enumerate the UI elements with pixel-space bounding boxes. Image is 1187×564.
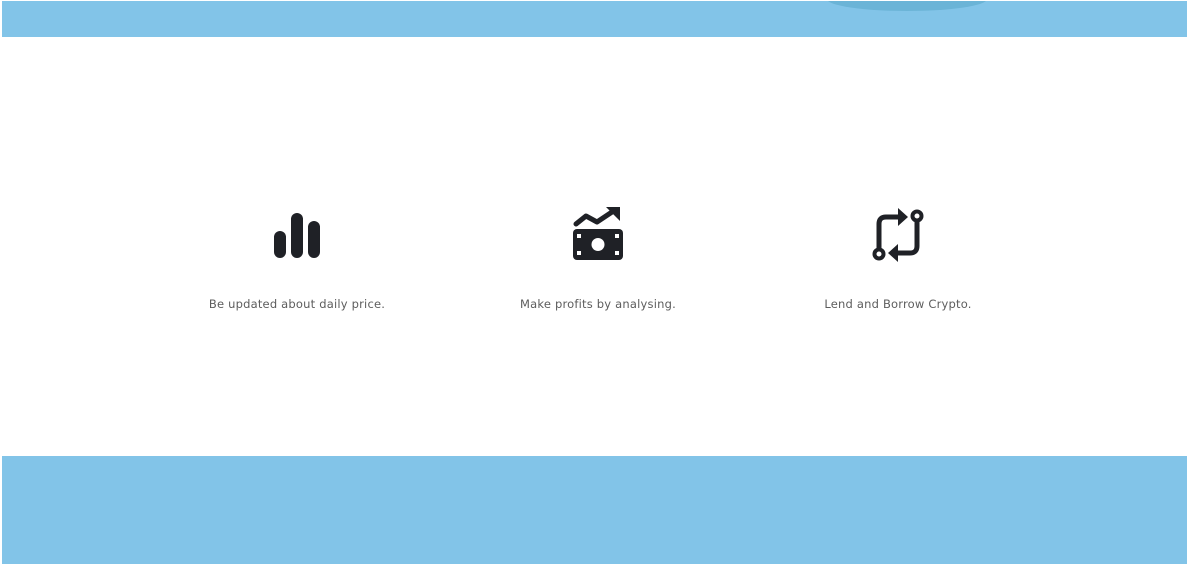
- top-banner: [2, 1, 1187, 37]
- page: Be updated about daily price. Make profi…: [0, 0, 1187, 564]
- feature-profits: Make profits by analysing.: [448, 205, 748, 311]
- feature-lend-borrow: Lend and Borrow Crypto.: [748, 205, 1048, 311]
- feature-label: Be updated about daily price.: [208, 297, 386, 311]
- feature-daily-price: Be updated about daily price.: [147, 205, 447, 311]
- exchange-arrows-icon: [872, 208, 924, 262]
- feature-label: Make profits by analysing.: [520, 297, 676, 311]
- bottom-banner: [2, 456, 1187, 564]
- money-trend-up-icon: [573, 207, 623, 260]
- bar-chart-icon: [274, 213, 320, 258]
- feature-label: Lend and Borrow Crypto.: [824, 297, 972, 311]
- decorative-blob: [827, 1, 987, 11]
